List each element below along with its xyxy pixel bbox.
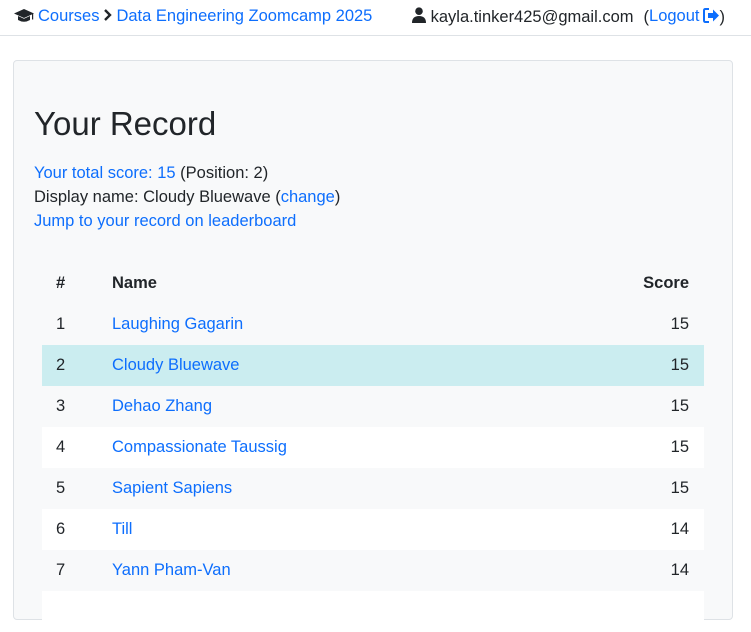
total-score-link[interactable]: Your total score: 15 (34, 164, 176, 182)
row-name-link[interactable]: Laughing Gagarin (112, 315, 243, 334)
table-row-current-user: 2 Cloudy Bluewave 15 (42, 345, 704, 386)
breadcrumb: Courses Data Engineering Zoomcamp 2025 (14, 6, 372, 26)
change-name-link[interactable]: change (281, 188, 335, 206)
row-name-link[interactable]: Compassionate Taussig (112, 438, 287, 457)
table-row: 6 Till 14 (42, 509, 704, 550)
breadcrumb-course-link[interactable]: Data Engineering Zoomcamp 2025 (116, 6, 372, 26)
page-title: Your Record (34, 105, 217, 142)
breadcrumb-courses-link[interactable]: Courses (38, 6, 99, 26)
chevron-right-icon (103, 6, 113, 26)
row-name-link[interactable]: Sapient Sapiens (112, 479, 232, 498)
header-score: Score (643, 274, 689, 292)
display-name-line: Display name: Cloudy Bluewave (change) (34, 185, 340, 209)
close-paren: ) (719, 8, 726, 26)
top-navbar: Courses Data Engineering Zoomcamp 2025 k… (0, 0, 751, 36)
row-rank: 4 (56, 438, 66, 456)
table-row: 1 Laughing Gagarin 15 (42, 304, 704, 345)
logout-link[interactable]: Logout (649, 6, 719, 28)
row-name-link[interactable]: Yann Pham-Van (112, 561, 231, 580)
total-score-line: Your total score: 15 (Position: 2) (34, 161, 340, 185)
logout-label: Logout (649, 7, 700, 25)
table-header: # Name Score (42, 263, 704, 304)
sign-out-icon (702, 8, 720, 28)
record-info: Your total score: 15 (Position: 2) Displ… (34, 161, 340, 233)
display-name-text: Display name: Cloudy Bluewave ( (34, 188, 281, 206)
display-name-close: ) (334, 188, 341, 206)
table-row: 5 Sapient Sapiens 15 (42, 468, 704, 509)
user-info: kayla.tinker425@gmail.com ( Logout ) (411, 6, 726, 28)
row-name-link[interactable]: Dehao Zhang (112, 397, 212, 416)
graduation-cap-icon (14, 8, 34, 24)
table-row: 4 Compassionate Taussig 15 (42, 427, 704, 468)
row-score: 14 (670, 561, 689, 579)
jump-to-leaderboard-link[interactable]: Jump to your record on leaderboard (34, 212, 296, 230)
table-row: 7 Yann Pham-Van 14 (42, 550, 704, 591)
row-score: 15 (670, 438, 689, 456)
row-score: 15 (670, 479, 689, 497)
row-name-link[interactable]: Till (112, 520, 132, 539)
user-icon (411, 6, 426, 28)
row-score: 15 (670, 315, 689, 333)
row-rank: 7 (56, 561, 66, 579)
row-rank: 3 (56, 397, 66, 415)
header-name: Name (112, 274, 157, 292)
user-email: kayla.tinker425@gmail.com (430, 8, 634, 26)
row-name-link[interactable]: Cloudy Bluewave (112, 356, 240, 375)
jump-line: Jump to your record on leaderboard (34, 209, 340, 233)
row-rank: 1 (56, 315, 66, 333)
row-score: 15 (670, 356, 689, 374)
header-rank: # (56, 274, 66, 292)
row-score: 14 (670, 520, 689, 538)
table-row: 3 Dehao Zhang 15 (42, 386, 704, 427)
leaderboard-table: # Name Score 1 Laughing Gagarin 15 2 Clo… (42, 263, 704, 632)
row-score: 15 (670, 397, 689, 415)
row-rank: 2 (56, 356, 66, 374)
row-rank: 6 (56, 520, 66, 538)
position-text: (Position: 2) (180, 164, 269, 182)
table-row-partial (42, 591, 704, 632)
row-rank: 5 (56, 479, 66, 497)
